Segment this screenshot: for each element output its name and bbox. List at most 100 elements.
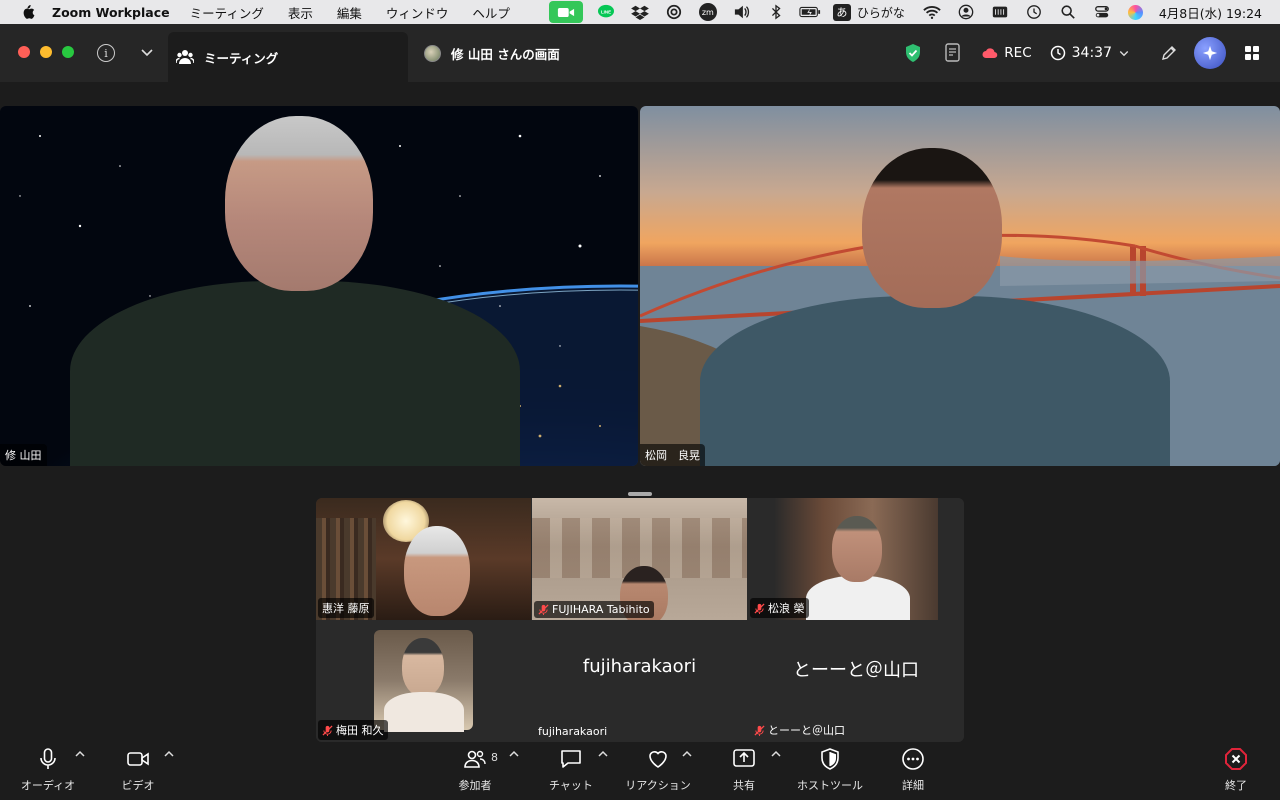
more-button[interactable]: 詳細 — [892, 742, 934, 800]
participant-name-tag: 松浪 榮 — [750, 598, 809, 618]
memory-chip-icon[interactable] — [989, 3, 1011, 21]
video-button[interactable]: ビデオ — [110, 742, 166, 800]
video-participant-right[interactable]: 松岡 良晃 — [640, 106, 1280, 466]
zoom-status-icon[interactable]: zm — [697, 3, 719, 21]
user-account-icon[interactable] — [955, 3, 977, 21]
time-machine-icon[interactable] — [1023, 3, 1045, 21]
share-label: 共有 — [733, 779, 755, 792]
menu-edit[interactable]: 編集 — [337, 3, 362, 22]
titlebar-controls: REC 34:37 — [904, 24, 1280, 82]
menu-help[interactable]: ヘルプ — [472, 3, 510, 22]
ime-indicator[interactable]: あ — [832, 3, 851, 21]
tab-shared-screen[interactable]: 修 山田 さんの画面 — [424, 32, 560, 74]
participant-name-tag: fujiharakaori — [534, 723, 611, 740]
zoom-titlebar: i ミーティング 修 山田 さんの画面 REC 34:37 — [0, 24, 1280, 82]
spotlight-search-icon[interactable] — [1057, 3, 1079, 21]
end-meeting-button[interactable]: 終了 — [1214, 742, 1258, 800]
sparkle-icon — [1202, 45, 1218, 61]
gallery-tile-2[interactable]: FUJIHARA Tabihito — [532, 498, 747, 620]
window-minimize-button[interactable] — [40, 46, 52, 58]
gallery-tile-1[interactable]: 惠洋 藤原 — [316, 498, 531, 620]
share-button[interactable]: 共有 — [722, 742, 766, 800]
share-options-chevron-up-icon[interactable] — [771, 750, 781, 758]
app-name-menu[interactable]: Zoom Workplace — [52, 5, 170, 20]
host-tools-label: ホストツール — [797, 779, 863, 792]
view-grid-icon[interactable] — [1244, 45, 1260, 61]
tab-meeting-label: ミーティング — [204, 50, 279, 66]
participant-display-name: とーーと＠山口 — [793, 660, 919, 681]
siri-icon[interactable] — [1125, 3, 1147, 21]
creative-cloud-icon[interactable] — [663, 3, 685, 21]
tile-label-text: 松浪 榮 — [768, 602, 805, 615]
gallery-resize-handle[interactable] — [628, 492, 652, 496]
pencil-icon[interactable] — [1160, 44, 1178, 62]
participant-display-name: fujiharakaori — [582, 656, 697, 677]
ime-label[interactable]: ひらがな — [857, 4, 905, 21]
participant-name-tag: 松岡 良晃 — [640, 444, 705, 466]
chat-bubble-icon — [561, 750, 581, 768]
ai-companion-button[interactable] — [1194, 37, 1226, 69]
chat-options-chevron-up-icon[interactable] — [598, 750, 608, 758]
participant-name-tag: 惠洋 藤原 — [318, 598, 374, 618]
participant-head — [862, 148, 1002, 308]
bluetooth-icon[interactable] — [765, 3, 787, 21]
chevron-down-icon — [1119, 51, 1129, 57]
audio-button[interactable]: オーディオ — [18, 742, 78, 800]
audio-options-chevron-up-icon[interactable] — [75, 750, 85, 758]
participant-head — [402, 638, 444, 696]
host-tools-button[interactable]: ホストツール — [792, 742, 868, 800]
video-label: ビデオ — [121, 779, 155, 792]
gallery-tile-3[interactable]: 松浪 榮 — [748, 498, 964, 620]
end-close-icon — [1225, 748, 1247, 770]
reactions-options-chevron-up-icon[interactable] — [682, 750, 692, 758]
tile-label-text: とーーと＠山口 — [768, 724, 845, 737]
participants-options-chevron-up-icon[interactable] — [509, 750, 519, 758]
participants-label: 参加者 — [458, 779, 492, 792]
cloud-record-icon — [982, 48, 998, 59]
info-icon: i — [104, 46, 108, 60]
recording-button[interactable]: REC — [982, 45, 1032, 61]
menubar-clock[interactable]: 4月8日(水) 19:24 — [1159, 3, 1262, 22]
participant-head — [225, 116, 373, 291]
chat-button[interactable]: チャット — [541, 742, 601, 800]
line-icon[interactable]: LINE — [595, 3, 617, 21]
tab-screen-label: 修 山田 さんの画面 — [451, 46, 560, 62]
gallery-tile-4[interactable]: 梅田 和久 — [316, 620, 531, 742]
video-options-chevron-up-icon[interactable] — [164, 750, 174, 758]
gallery-tile-6[interactable]: とーーと＠山口 とーーと＠山口 — [748, 620, 964, 742]
participant-count: 8 — [491, 751, 498, 764]
menu-meeting[interactable]: ミーティング — [190, 3, 264, 22]
meeting-timer[interactable]: 34:37 — [1050, 45, 1130, 61]
window-maximize-button[interactable] — [62, 46, 74, 58]
menu-window[interactable]: ウィンドウ — [386, 3, 449, 22]
more-label: 詳細 — [902, 779, 924, 792]
chevron-down-icon[interactable] — [139, 44, 155, 60]
audio-label: オーディオ — [20, 779, 76, 792]
zoom-badge: zm — [698, 3, 717, 21]
facetime-icon[interactable] — [548, 1, 583, 23]
battery-icon[interactable] — [799, 3, 821, 21]
tile-label-text: 惠洋 藤原 — [322, 602, 370, 615]
encryption-shield-icon[interactable] — [904, 43, 922, 63]
participant-name-tag: 修 山田 — [0, 444, 47, 466]
control-center-icon[interactable] — [1091, 3, 1113, 21]
end-label: 終了 — [1225, 779, 1247, 792]
meeting-area: 修 山田 松岡 良晃 惠洋 藤原 FUJIHARA Tabihito 松浪 榮 … — [0, 82, 1280, 742]
transcript-icon[interactable] — [944, 43, 962, 63]
participants-group-icon — [176, 50, 194, 64]
tab-meeting[interactable]: ミーティング — [168, 32, 408, 82]
menu-view[interactable]: 表示 — [288, 3, 313, 22]
participant-body — [384, 692, 464, 732]
volume-icon[interactable] — [731, 3, 753, 21]
gallery-tile-5[interactable]: fujiharakaori fujiharakaori — [532, 620, 747, 742]
apple-icon[interactable] — [18, 2, 38, 22]
tile-label-text: FUJIHARA Tabihito — [552, 603, 650, 616]
window-close-button[interactable] — [18, 46, 30, 58]
video-participant-left[interactable]: 修 山田 — [0, 106, 638, 466]
microphone-icon — [40, 748, 56, 769]
mic-muted-icon — [538, 604, 549, 615]
dropbox-icon[interactable] — [629, 3, 651, 21]
participant-body — [806, 576, 910, 620]
meeting-info-button[interactable]: i — [97, 44, 115, 62]
wifi-icon[interactable] — [921, 3, 943, 21]
